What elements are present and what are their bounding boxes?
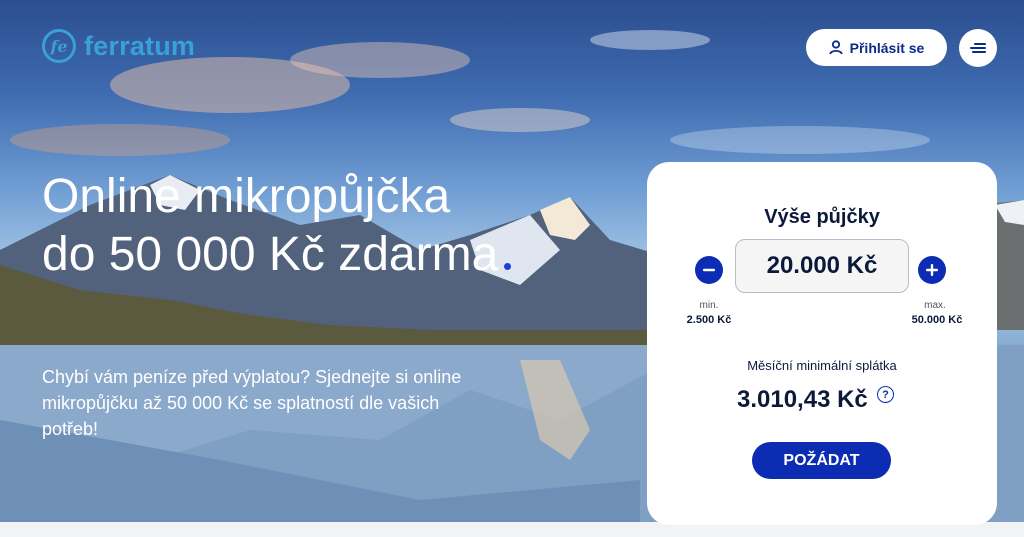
monthly-payment-value: 3.010,43 Kč xyxy=(737,386,868,413)
page-title: Online mikropůjčka do 50 000 Kč zdarma xyxy=(42,168,512,284)
help-icon[interactable]: ? xyxy=(877,386,894,403)
loan-amount-field[interactable]: 20.000 Kč xyxy=(735,239,909,293)
headline-dot xyxy=(504,263,512,270)
hero-subtext: Chybí vám peníze před výplatou? Sjednejt… xyxy=(42,367,462,439)
plus-icon xyxy=(926,264,938,276)
menu-button[interactable] xyxy=(959,29,997,67)
ferratum-logo[interactable]: fe ferratum xyxy=(42,29,195,63)
max-label: max. xyxy=(924,300,946,311)
ferratum-logo-mark: fe xyxy=(42,29,76,63)
decrease-amount-button[interactable] xyxy=(695,256,723,284)
min-label: min. xyxy=(699,300,719,311)
login-label: Přihlásit se xyxy=(849,39,925,56)
request-loan-button[interactable]: POŽÁDAT xyxy=(752,442,891,479)
monthly-payment-label: Měsíční minimální splátka xyxy=(747,358,897,373)
user-icon xyxy=(828,40,843,55)
ferratum-logo-text: ferratum xyxy=(84,30,196,61)
increase-amount-button[interactable] xyxy=(918,256,946,284)
loan-calculator-card: Výše půjčky 20.000 Kč min. 2.500 Kč max.… xyxy=(647,162,997,525)
minus-icon xyxy=(703,268,715,272)
max-value: 50.000 Kč xyxy=(911,314,963,326)
min-value: 2.500 Kč xyxy=(686,314,732,326)
calculator-title: Výše půjčky xyxy=(764,206,880,228)
login-button[interactable]: Přihlásit se xyxy=(806,29,947,66)
menu-icon xyxy=(970,43,986,53)
